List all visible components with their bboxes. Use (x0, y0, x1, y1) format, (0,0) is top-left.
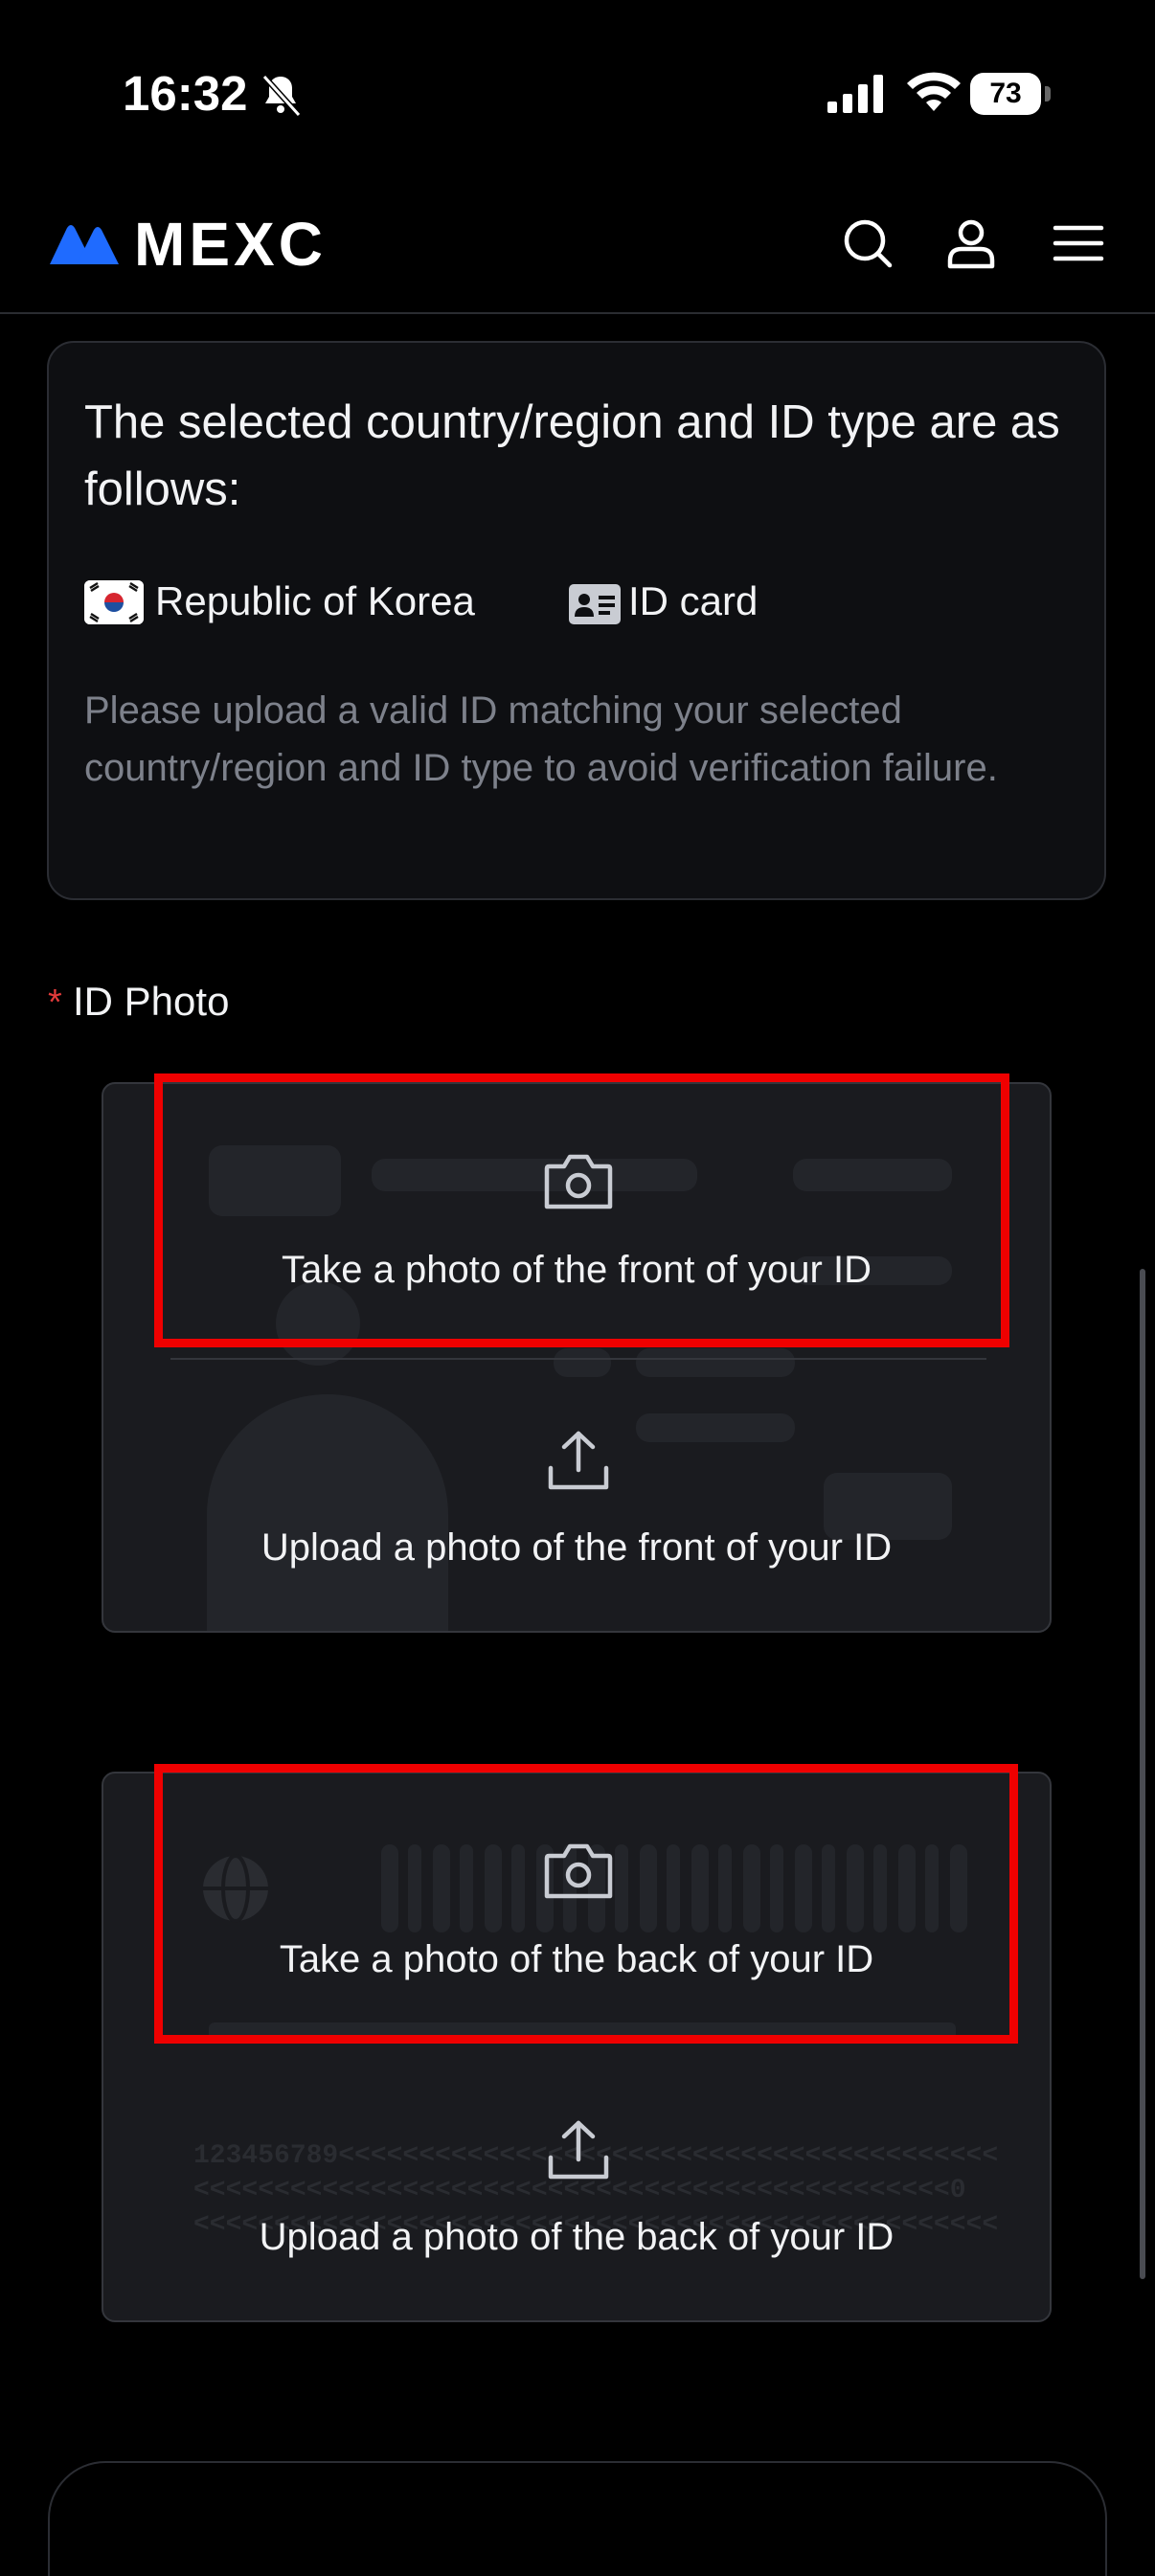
id-card-icon (569, 584, 621, 624)
mexc-logo[interactable]: MEXC (48, 210, 327, 279)
menu-icon[interactable] (1052, 216, 1105, 270)
cellular-signal-icon (827, 75, 883, 113)
header-divider (0, 312, 1155, 314)
battery-level: 73 (970, 73, 1041, 115)
search-icon[interactable] (841, 216, 895, 270)
upload-back-photo-button[interactable] (102, 2047, 1052, 2322)
selected-country: Republic of Korea (155, 578, 475, 623)
brand-name: MEXC (134, 210, 327, 279)
upload-front-photo-button[interactable] (102, 1358, 1052, 1633)
front-photo-highlight (154, 1073, 1009, 1347)
id-photo-label: ID Photo (73, 979, 230, 1024)
user-profile-icon[interactable] (944, 216, 998, 270)
next-section-card (48, 2461, 1107, 2576)
korea-flag-icon (84, 580, 144, 624)
selected-id-type: ID card (628, 578, 759, 623)
silent-bell-icon (261, 74, 302, 118)
required-asterisk: * (48, 983, 62, 1023)
card-title: The selected country/region and ID type … (84, 396, 1060, 515)
wifi-icon (907, 72, 961, 111)
page-scrollbar[interactable] (1140, 1269, 1145, 2279)
back-photo-highlight (154, 1764, 1018, 2044)
status-time: 16:32 (123, 66, 248, 121)
battery-indicator: 73 (970, 73, 1051, 115)
verification-note: Please upload a valid ID matching your s… (84, 689, 998, 789)
mexc-logo-icon (50, 225, 119, 264)
